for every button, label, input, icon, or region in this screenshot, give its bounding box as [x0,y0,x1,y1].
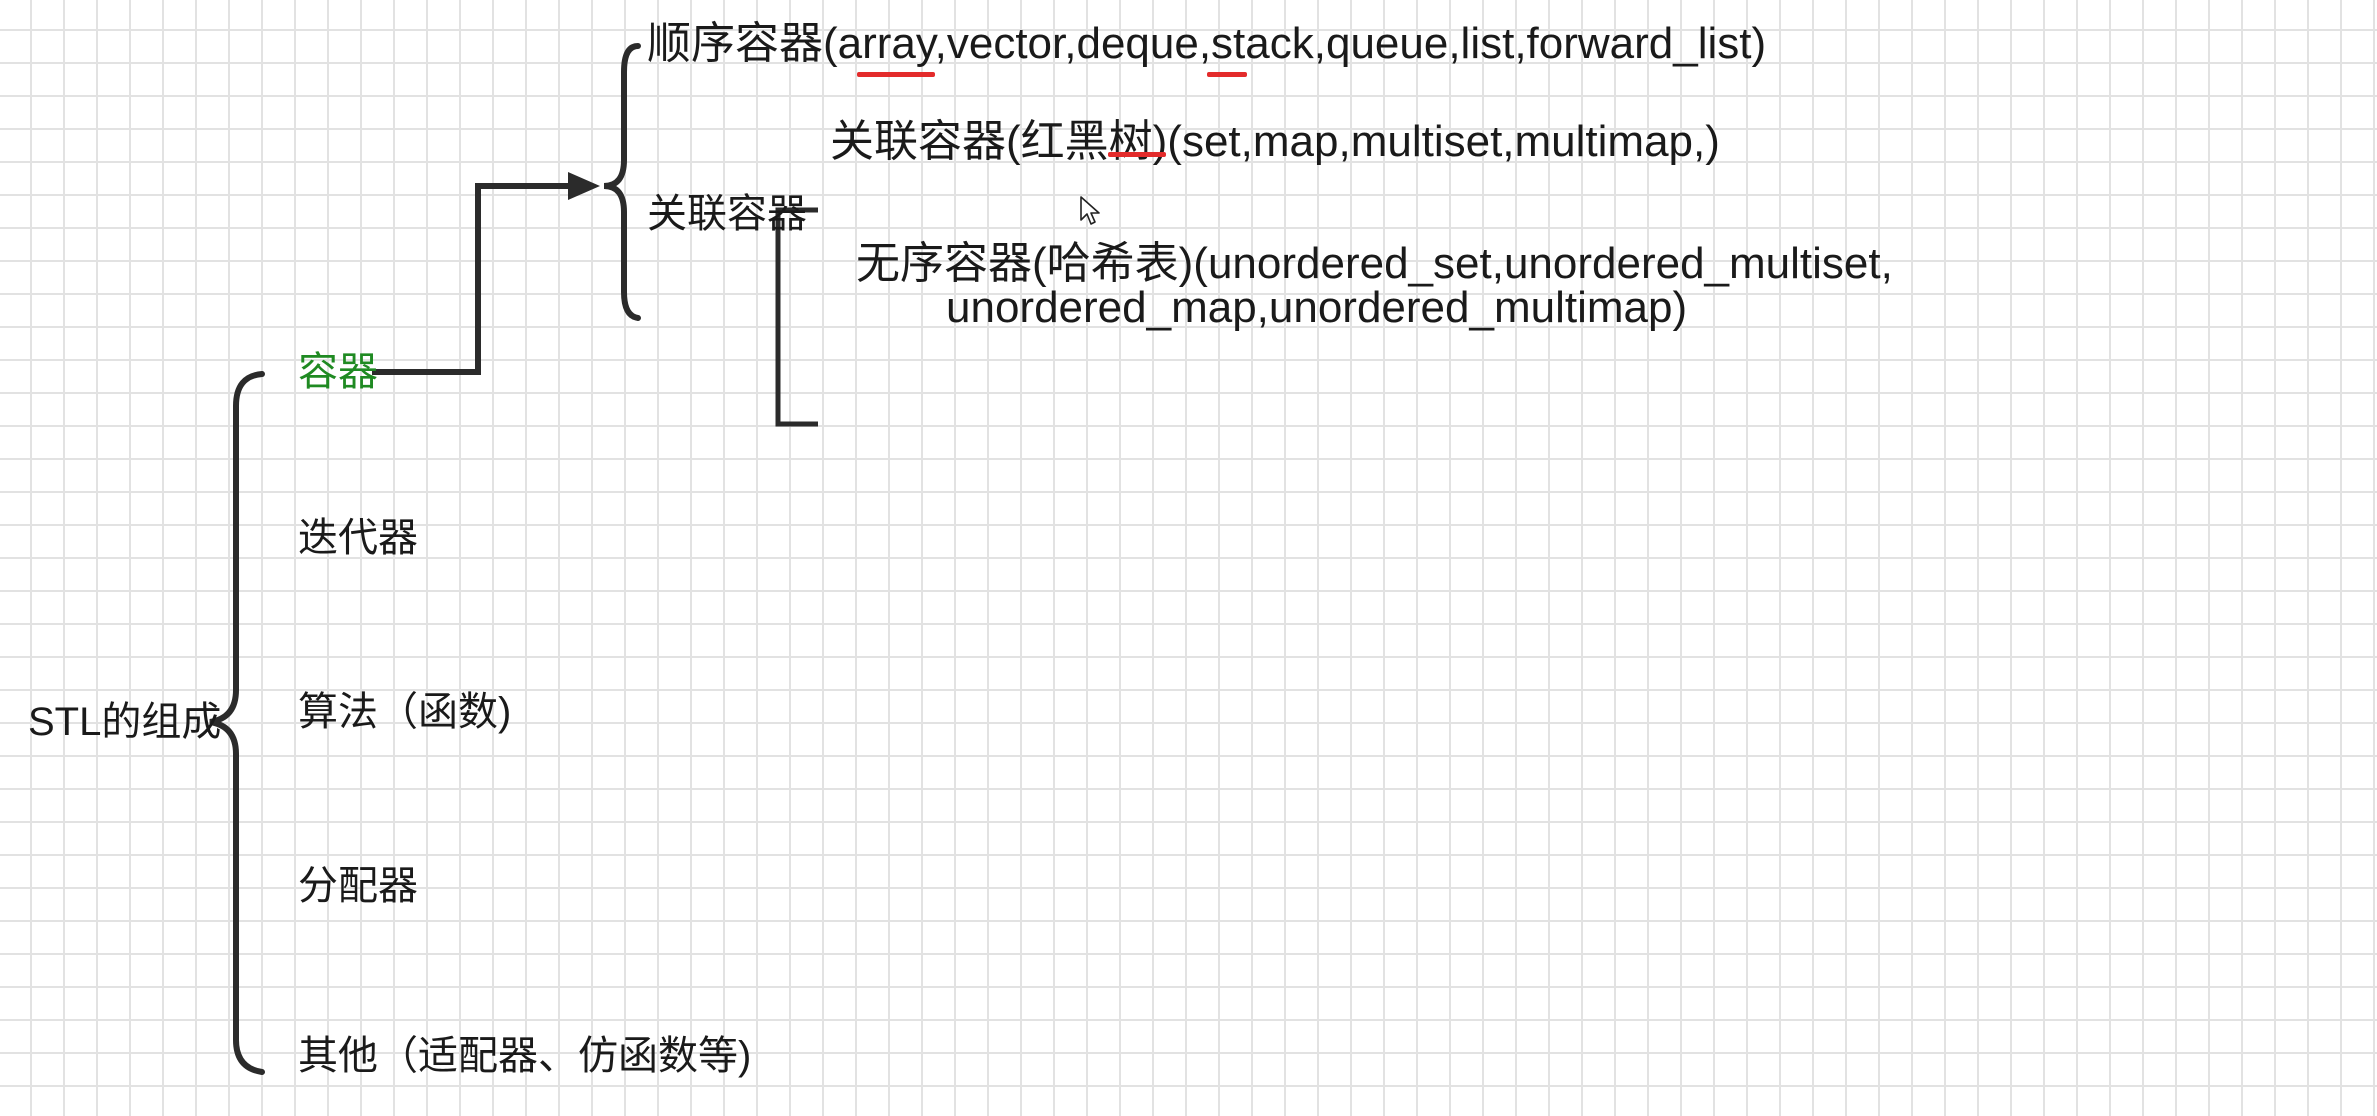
mouse-pointer-icon [1080,196,1100,225]
component-containers: 容器 [298,350,378,394]
sequence-containers-label: 顺序容器(array,vector,deque,stack,queue,list… [647,19,1767,68]
diagram-canvas: STL的组成 容器 迭代器 算法（函数) 分配器 其他（适配器、仿函数等) 顺序… [0,0,2377,1116]
container-type-brace [603,43,641,321]
component-others: 其他（适配器、仿函数等) [298,1034,752,1078]
component-iterators: 迭代器 [298,516,418,560]
component-algorithms: 算法（函数) [298,690,512,734]
list-underline [1207,72,1247,77]
map-underline [1108,152,1166,157]
ordered-associative-label: 关联容器(红黑树)(set,map,multiset,multimap,) [830,117,1720,166]
vector-underline [857,72,935,77]
arrow-head [568,172,600,200]
stl-root-label: STL的组成 [28,700,222,744]
component-allocators: 分配器 [298,864,418,908]
associative-containers-label: 关联容器 [647,192,807,236]
unordered-containers-line2: unordered_map,unordered_multimap) [946,283,1688,332]
container-connector [372,183,568,375]
associative-bracket [775,207,818,427]
